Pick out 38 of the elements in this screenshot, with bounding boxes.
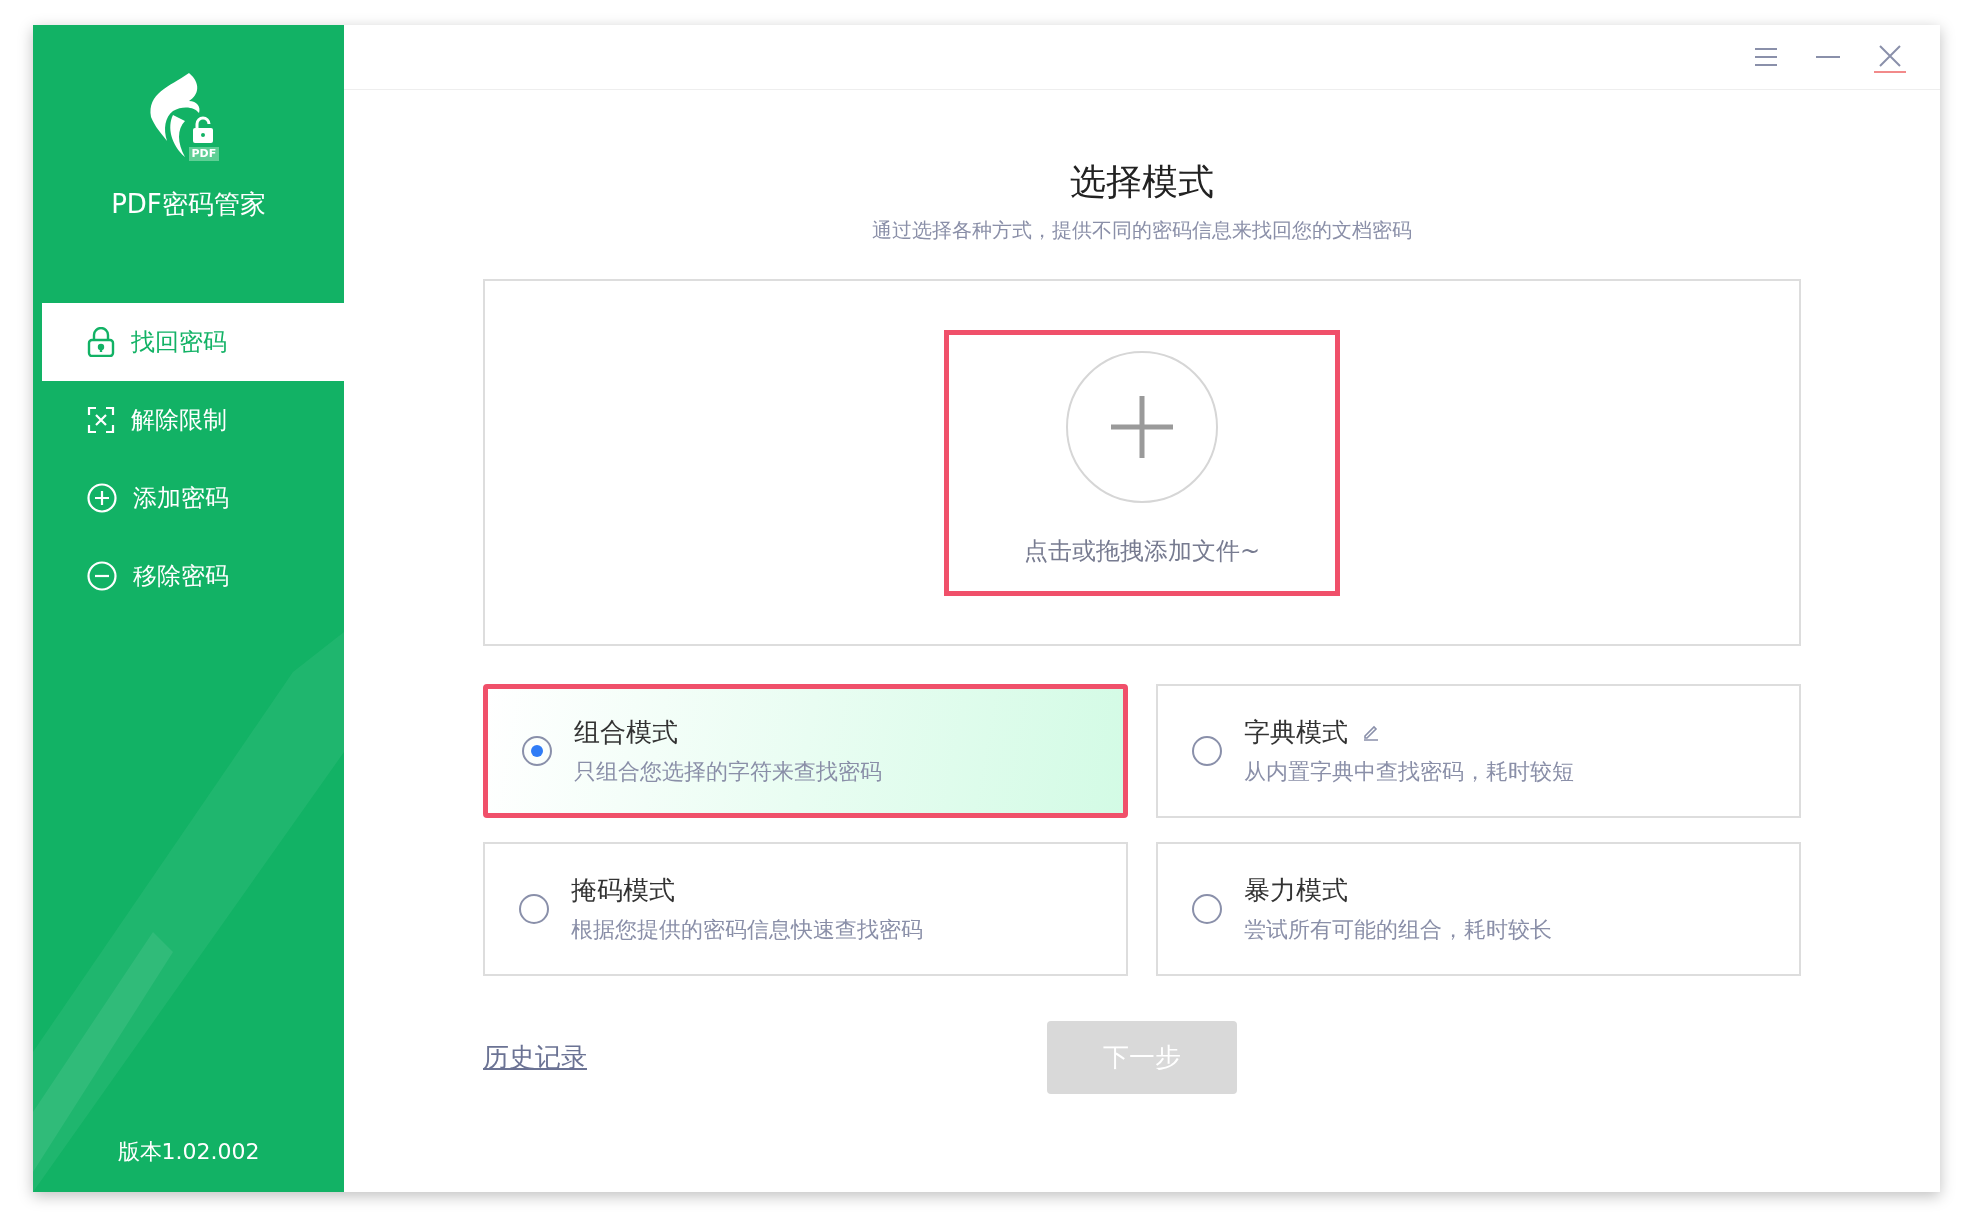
minus-circle-icon	[87, 561, 117, 591]
mode-title: 掩码模式	[571, 874, 675, 907]
pencil-icon[interactable]	[1362, 723, 1380, 741]
sidebar-item[interactable]: 解除限制	[42, 381, 344, 459]
mode-card[interactable]: 掩码模式 根据您提供的密码信息快速查找密码	[483, 842, 1128, 976]
plus-circle-icon	[87, 483, 117, 513]
lock-icon	[87, 327, 115, 357]
mode-description: 从内置字典中查找密码，耗时较短	[1244, 758, 1574, 786]
radio-button[interactable]	[1192, 894, 1222, 924]
upload-label: 点击或拖拽添加文件~	[1023, 535, 1261, 567]
add-file-button[interactable]	[1066, 350, 1218, 503]
scan-x-icon	[87, 406, 115, 434]
plus-icon	[1111, 395, 1173, 458]
app-name: PDF密码管家	[111, 188, 266, 221]
sidebar-item[interactable]: 添加密码	[42, 459, 344, 537]
logo-badge: PDF	[188, 147, 220, 161]
mode-description: 根据您提供的密码信息快速查找密码	[571, 916, 923, 944]
mode-card[interactable]: 字典模式 从内置字典中查找密码，耗时较短	[1156, 684, 1801, 818]
sidebar-item[interactable]: 找回密码	[42, 303, 344, 381]
history-link[interactable]: 历史记录	[483, 1038, 587, 1077]
upload-area[interactable]: 点击或拖拽添加文件~	[483, 279, 1801, 646]
mode-description: 尝试所有可能的组合，耗时较长	[1244, 916, 1552, 944]
mode-card[interactable]: 暴力模式 尝试所有可能的组合，耗时较长	[1156, 842, 1801, 976]
radio-button[interactable]	[1192, 736, 1222, 766]
mode-title: 组合模式	[574, 716, 678, 749]
sidebar-item[interactable]: 移除密码	[42, 537, 344, 615]
mode-title: 暴力模式	[1244, 874, 1348, 907]
page-subtitle: 通过选择各种方式，提供不同的密码信息来找回您的文档密码	[872, 217, 1412, 244]
version-label: 版本1.02.002	[117, 1138, 260, 1166]
radio-button[interactable]	[519, 894, 549, 924]
mode-card[interactable]: 组合模式 只组合您选择的字符来查找密码	[483, 684, 1128, 818]
radio-button[interactable]	[522, 736, 552, 766]
menu-icon	[1755, 48, 1777, 66]
page-title: 选择模式	[1070, 160, 1214, 204]
close-icon	[1879, 45, 1901, 67]
mode-title: 字典模式	[1244, 716, 1348, 749]
minimize-icon	[1816, 55, 1840, 59]
mode-description: 只组合您选择的字符来查找密码	[574, 758, 882, 786]
